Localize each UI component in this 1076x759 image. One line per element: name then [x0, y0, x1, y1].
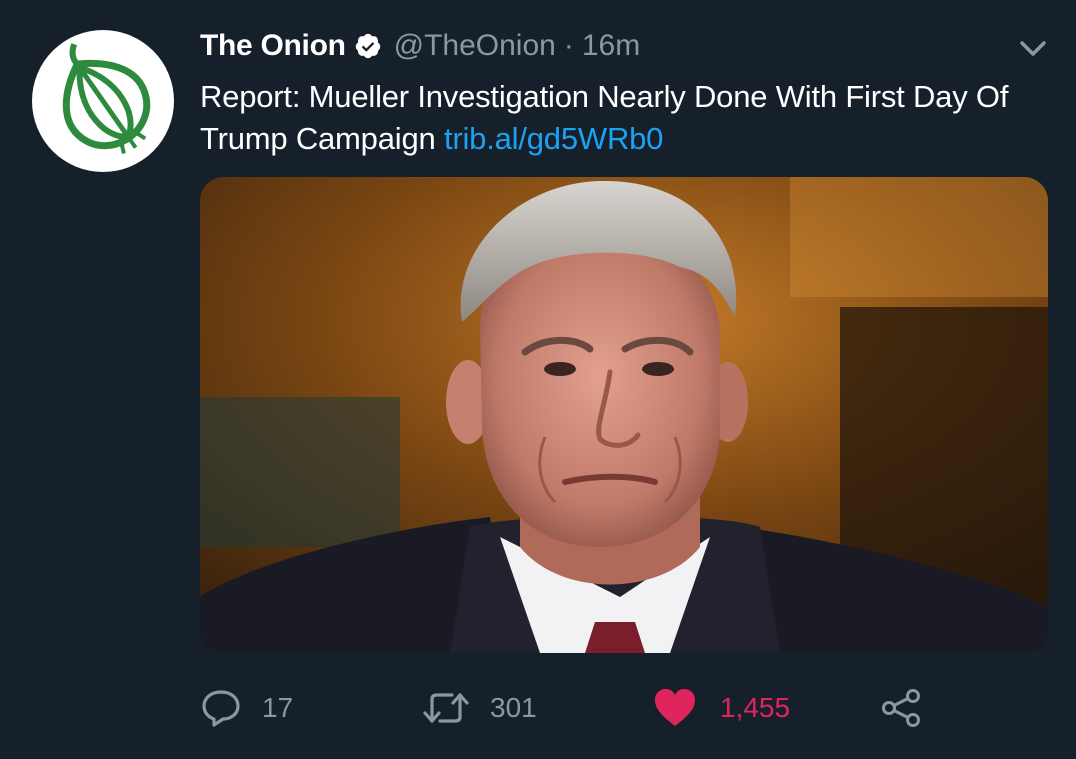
retweet-button[interactable]: 301: [422, 680, 537, 736]
heart-icon: [655, 689, 695, 726]
share-icon: [882, 689, 920, 727]
tweet-link[interactable]: trib.al/gd5WRb0: [444, 121, 663, 156]
timestamp[interactable]: 16m: [582, 29, 640, 63]
reply-icon: [202, 690, 240, 727]
tweet-text: Report: Mueller Investigation Nearly Don…: [200, 76, 1050, 160]
tweet-actions: 17 301 1,455: [200, 680, 960, 736]
retweet-count: 301: [490, 692, 537, 723]
tweet-media-image[interactable]: [200, 177, 1048, 653]
tweet: The Onion @TheOnion · 16m Report: Muelle…: [0, 0, 1076, 759]
share-button[interactable]: [880, 680, 922, 736]
reply-count: 17: [262, 692, 294, 723]
photo-of-man: [200, 177, 1048, 653]
retweet-icon: [423, 693, 469, 723]
reply-button[interactable]: 17: [200, 680, 293, 736]
chevron-down-icon[interactable]: [1018, 38, 1048, 60]
tweet-header: The Onion @TheOnion · 16m: [200, 26, 640, 66]
profile-avatar[interactable]: [32, 30, 174, 172]
separator-dot: ·: [563, 29, 574, 62]
user-handle[interactable]: @TheOnion: [394, 29, 556, 63]
verified-badge-icon: [355, 33, 380, 59]
like-button[interactable]: 1,455: [654, 680, 790, 736]
like-count: 1,455: [720, 692, 791, 723]
onion-logo-icon: [62, 43, 151, 154]
display-name[interactable]: The Onion: [200, 29, 346, 63]
